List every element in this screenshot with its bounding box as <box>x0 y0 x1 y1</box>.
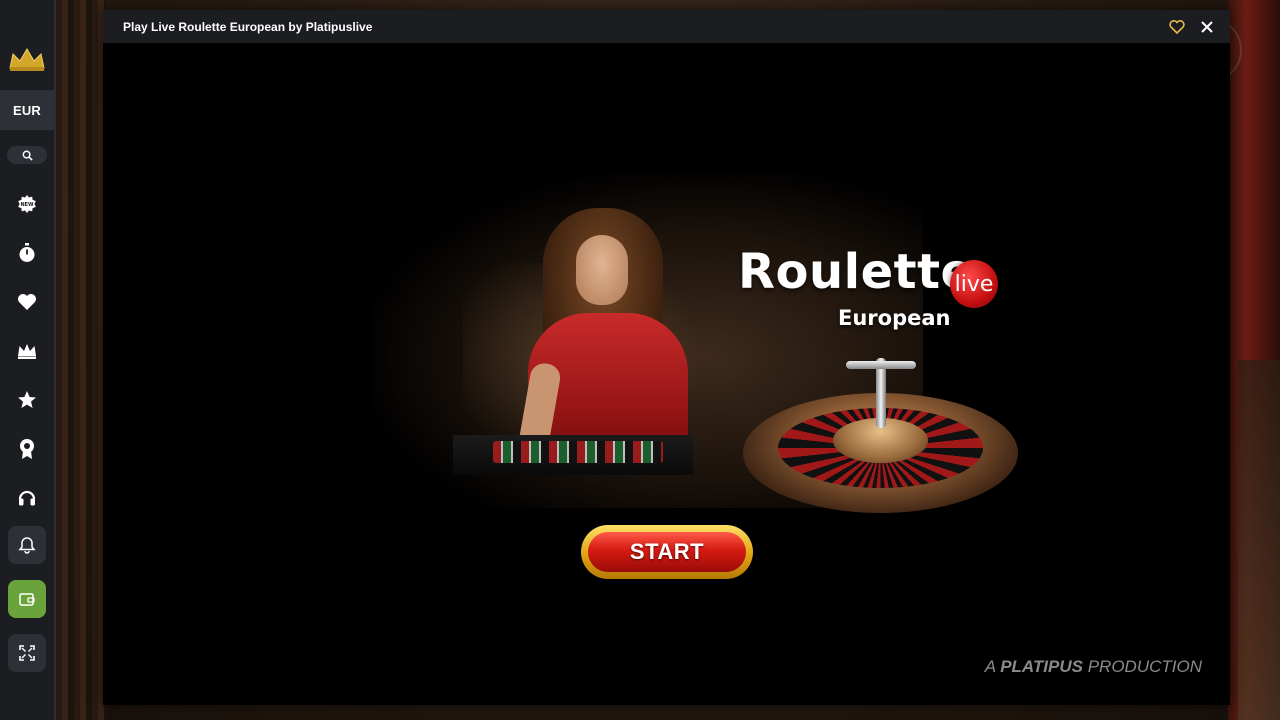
crown-logo-icon[interactable] <box>7 44 47 74</box>
crown-icon <box>18 344 36 359</box>
sidebar: EUR NEW <box>0 0 56 720</box>
svg-text:NEW: NEW <box>20 202 34 208</box>
right-curtain <box>1228 0 1280 720</box>
game-window: Play Live Roulette European by Platipusl… <box>103 10 1230 705</box>
notifications-button[interactable] <box>8 526 46 564</box>
wallet-icon <box>19 593 35 606</box>
sidebar-item-favorites[interactable] <box>7 284 47 320</box>
close-icon <box>1201 20 1213 33</box>
live-badge: live <box>950 260 998 308</box>
award-icon <box>20 439 34 459</box>
sidebar-item-recent[interactable] <box>7 235 47 271</box>
chip-stacks <box>493 441 663 463</box>
heart-icon <box>18 294 36 310</box>
expand-icon <box>19 645 35 661</box>
wheel-turret <box>846 361 916 369</box>
start-button-label: START <box>588 532 746 572</box>
search-button[interactable] <box>7 146 47 164</box>
star-icon <box>18 391 36 408</box>
dealer-face <box>576 235 628 305</box>
new-badge-icon: NEW <box>18 195 36 213</box>
production-prefix: A <box>984 657 1001 676</box>
currency-selector[interactable]: EUR <box>0 90 54 130</box>
game-stage[interactable]: Roulette live European START A PLATIPUS … <box>103 43 1230 705</box>
search-icon <box>22 150 33 161</box>
production-suffix: PRODUCTION <box>1083 657 1202 676</box>
stopwatch-icon <box>19 243 35 262</box>
close-button[interactable] <box>1196 16 1218 38</box>
game-logo-subtitle: European <box>838 306 951 330</box>
game-window-titlebar: Play Live Roulette European by Platipusl… <box>103 10 1230 43</box>
fullscreen-button[interactable] <box>8 634 46 672</box>
game-logo-title: Roulette <box>738 244 974 300</box>
start-button[interactable]: START <box>581 525 753 579</box>
sidebar-item-tournaments[interactable] <box>7 431 47 467</box>
bell-icon <box>18 537 36 554</box>
heart-outline-icon <box>1169 19 1185 34</box>
production-brand: PLATIPUS <box>1000 657 1083 676</box>
headset-icon <box>18 490 36 506</box>
game-splash-art: Roulette live European <box>373 173 1018 513</box>
sidebar-item-support[interactable] <box>7 480 47 516</box>
production-credit: A PLATIPUS PRODUCTION <box>985 657 1202 677</box>
roulette-wheel <box>743 353 1023 513</box>
sidebar-item-vip[interactable] <box>7 333 47 369</box>
sidebar-item-popular[interactable] <box>7 382 47 418</box>
currency-label: EUR <box>12 102 42 118</box>
sidebar-item-new[interactable]: NEW <box>7 186 47 222</box>
wallet-button[interactable] <box>8 580 46 618</box>
game-window-title: Play Live Roulette European by Platipusl… <box>123 19 373 34</box>
favorite-button[interactable] <box>1166 16 1188 38</box>
left-drape <box>56 0 106 720</box>
